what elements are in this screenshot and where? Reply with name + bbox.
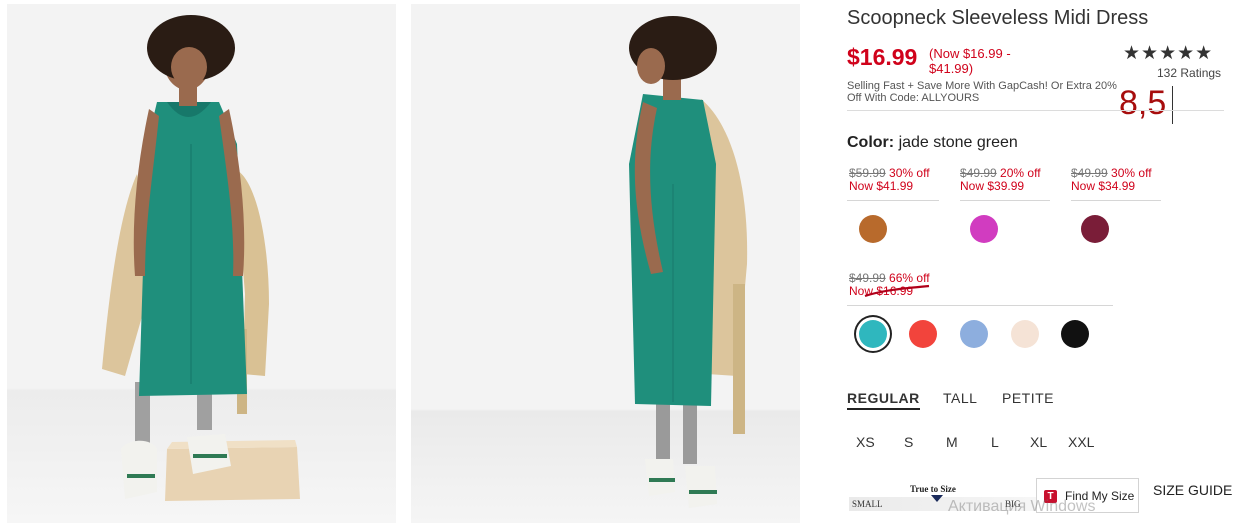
price-range: (Now $16.99 - $41.99) xyxy=(929,46,1011,76)
model-back-illustration xyxy=(629,16,748,508)
model-front-illustration xyxy=(102,15,300,501)
color-value: jade stone green xyxy=(898,134,1018,151)
size-option-s[interactable]: S xyxy=(904,434,913,450)
current-price: $16.99 xyxy=(847,44,918,70)
size-option-xxl[interactable]: XXL xyxy=(1068,434,1094,450)
tab-regular[interactable]: REGULAR xyxy=(847,390,920,410)
color-swatch-jade[interactable] xyxy=(859,320,887,348)
divider xyxy=(847,110,1224,111)
true-to-size-label: True to Size xyxy=(910,484,956,494)
selected-color: Color: jade stone green xyxy=(847,134,1018,152)
discount-percent: 30% off xyxy=(889,166,930,180)
divider xyxy=(1071,200,1161,201)
product-photo-back[interactable] xyxy=(411,4,800,523)
deal-group-3: $49.99 30% off Now $34.99 xyxy=(1071,167,1152,193)
was-price: $49.99 xyxy=(960,166,997,180)
size-guide-link[interactable]: SIZE GUIDE xyxy=(1153,482,1232,498)
color-swatch-cream[interactable] xyxy=(1011,320,1039,348)
color-swatch-brown[interactable] xyxy=(859,215,887,243)
ratings-count-link[interactable]: 132 Ratings xyxy=(1157,66,1221,80)
discount-percent: 20% off xyxy=(1000,166,1041,180)
overlay-number: 8,5 xyxy=(1119,84,1167,122)
color-swatch-light-blue[interactable] xyxy=(960,320,988,348)
divider xyxy=(960,200,1050,201)
windows-activation-watermark: Активация Windows xyxy=(948,498,1096,515)
color-swatch-coral-red[interactable] xyxy=(909,320,937,348)
product-title: Scoopneck Sleeveless Midi Dress xyxy=(847,7,1149,29)
size-option-m[interactable]: M xyxy=(946,434,958,450)
text-caret xyxy=(1172,86,1173,124)
was-price: $59.99 xyxy=(849,166,886,180)
color-swatch-magenta[interactable] xyxy=(970,215,998,243)
color-swatch-black[interactable] xyxy=(1061,320,1089,348)
size-option-l[interactable]: L xyxy=(991,434,999,450)
product-photo-front[interactable] xyxy=(7,4,396,523)
tab-tall[interactable]: TALL xyxy=(943,390,977,406)
deal-group-2: $49.99 20% off Now $39.99 xyxy=(960,167,1041,193)
color-swatch-burgundy[interactable] xyxy=(1081,215,1109,243)
now-price: Now $41.99 xyxy=(849,179,914,193)
product-details: Scoopneck Sleeveless Midi Dress $16.99 (… xyxy=(847,0,1257,523)
color-label: Color: xyxy=(847,134,895,151)
true-to-size-small-label: SMALL xyxy=(852,499,883,509)
true-to-size-marker-icon xyxy=(931,495,943,502)
now-price: Now $34.99 xyxy=(1071,179,1136,193)
promo-message: Selling Fast + Save More With GapCash! O… xyxy=(847,80,1117,104)
now-price: Now $39.99 xyxy=(960,179,1025,193)
discount-percent: 30% off xyxy=(1111,166,1152,180)
divider xyxy=(847,200,939,201)
deal-group-1: $59.99 30% off Now $41.99 xyxy=(849,167,930,193)
size-option-xl[interactable]: XL xyxy=(1030,434,1047,450)
rating-stars-icon[interactable]: ★★★★★ xyxy=(1123,42,1213,65)
divider xyxy=(847,305,1113,306)
was-price: $49.99 xyxy=(1071,166,1108,180)
tab-petite[interactable]: PETITE xyxy=(1002,390,1054,406)
strike-scribble xyxy=(864,284,930,298)
size-option-xs[interactable]: XS xyxy=(856,434,875,450)
